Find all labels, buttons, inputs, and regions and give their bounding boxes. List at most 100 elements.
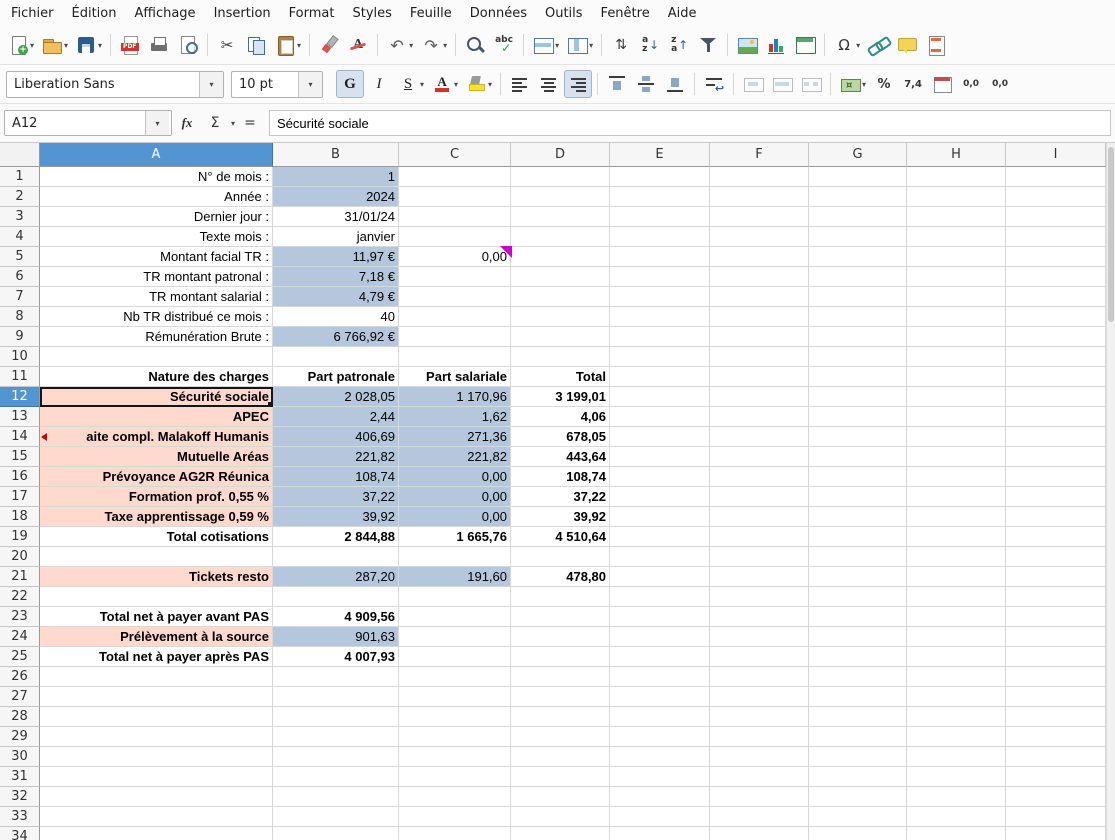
cell-D25[interactable] [511, 647, 610, 667]
column-header-A[interactable]: A [40, 143, 273, 167]
cell-H24[interactable] [907, 627, 1006, 647]
cell-F7[interactable] [710, 287, 809, 307]
font-name-dropdown[interactable]: ▾ [199, 72, 223, 97]
cell-I34[interactable] [1006, 827, 1106, 840]
column-header-I[interactable]: I [1006, 143, 1106, 167]
menu-aide[interactable]: Aide [659, 2, 706, 25]
cell-I25[interactable] [1006, 647, 1106, 667]
sort-button[interactable]: ⇅ [607, 31, 635, 59]
cell-G12[interactable] [809, 387, 907, 407]
currency-format-button[interactable]: ▾ [836, 70, 869, 98]
copy-button[interactable] [242, 31, 270, 59]
cell-G20[interactable] [809, 547, 907, 567]
function-wizard-button[interactable]: fx [174, 110, 200, 136]
cell-G24[interactable] [809, 627, 907, 647]
cell-A24[interactable]: Prélèvement à la source [40, 627, 273, 647]
cell-H34[interactable] [907, 827, 1006, 840]
row-header-19[interactable]: 19 [0, 527, 40, 547]
add-decimal-button[interactable]: 0,0 [957, 70, 985, 98]
cell-B28[interactable] [273, 707, 399, 727]
cell-I11[interactable] [1006, 367, 1106, 387]
menu-fenetre[interactable]: Fenêtre [592, 2, 659, 25]
cell-H29[interactable] [907, 727, 1006, 747]
cell-F24[interactable] [710, 627, 809, 647]
cell-H5[interactable] [907, 247, 1006, 267]
cell-A5[interactable]: Montant facial TR : [40, 247, 273, 267]
cell-D12[interactable]: 3 199,01 [511, 387, 610, 407]
row-header-16[interactable]: 16 [0, 467, 40, 487]
cell-D15[interactable]: 443,64 [511, 447, 610, 467]
cell-F3[interactable] [710, 207, 809, 227]
cell-H1[interactable] [907, 167, 1006, 187]
cell-I8[interactable] [1006, 307, 1106, 327]
cell-G31[interactable] [809, 767, 907, 787]
select-sum-button[interactable]: Σ [202, 110, 228, 136]
cell-I20[interactable] [1006, 547, 1106, 567]
cell-F30[interactable] [710, 747, 809, 767]
cell-A18[interactable]: Taxe apprentissage 0,59 % [40, 507, 273, 527]
cell-G16[interactable] [809, 467, 907, 487]
cell-H28[interactable] [907, 707, 1006, 727]
cell-I30[interactable] [1006, 747, 1106, 767]
row-header-8[interactable]: 8 [0, 307, 40, 327]
redo-dropdown[interactable]: ▾ [443, 41, 447, 50]
cell-H12[interactable] [907, 387, 1006, 407]
cell-D17[interactable]: 37,22 [511, 487, 610, 507]
cell-E8[interactable] [610, 307, 710, 327]
cell-D16[interactable]: 108,74 [511, 467, 610, 487]
cell-G32[interactable] [809, 787, 907, 807]
open-button[interactable]: ▾ [38, 31, 71, 59]
cell-F25[interactable] [710, 647, 809, 667]
insert-chart-button[interactable] [762, 31, 790, 59]
cell-E25[interactable] [610, 647, 710, 667]
cell-C13[interactable]: 1,62 [399, 407, 511, 427]
save-dropdown[interactable]: ▾ [98, 41, 102, 50]
cell-A21[interactable]: Tickets resto [40, 567, 273, 587]
cell-A15[interactable]: Mutuelle Aréas [40, 447, 273, 467]
cell-F5[interactable] [710, 247, 809, 267]
highlight-color-dropdown[interactable]: ▾ [488, 80, 492, 89]
cell-E4[interactable] [610, 227, 710, 247]
cell-G33[interactable] [809, 807, 907, 827]
new-document-button[interactable]: ▾ [4, 31, 37, 59]
print-preview-button[interactable] [174, 31, 202, 59]
cell-I15[interactable] [1006, 447, 1106, 467]
cell-E31[interactable] [610, 767, 710, 787]
row-header-17[interactable]: 17 [0, 487, 40, 507]
cell-E34[interactable] [610, 827, 710, 840]
cell-A10[interactable] [40, 347, 273, 367]
cell-F29[interactable] [710, 727, 809, 747]
cell-I28[interactable] [1006, 707, 1106, 727]
new-document-dropdown[interactable]: ▾ [30, 41, 34, 50]
cell-H25[interactable] [907, 647, 1006, 667]
cell-H6[interactable] [907, 267, 1006, 287]
cell-F17[interactable] [710, 487, 809, 507]
cell-B34[interactable] [273, 827, 399, 840]
font-name-combo[interactable]: Liberation Sans ▾ [6, 71, 224, 98]
cell-A30[interactable] [40, 747, 273, 767]
cell-A34[interactable] [40, 827, 273, 840]
cell-C33[interactable] [399, 807, 511, 827]
align-right-button[interactable] [564, 70, 592, 98]
cell-B1[interactable]: 1 [273, 167, 399, 187]
cell-C14[interactable]: 271,36 [399, 427, 511, 447]
cell-B13[interactable]: 2,44 [273, 407, 399, 427]
cell-D27[interactable] [511, 687, 610, 707]
clear-formatting-button[interactable]: A [344, 31, 372, 59]
cell-G21[interactable] [809, 567, 907, 587]
menu-format[interactable]: Format [280, 2, 344, 25]
cell-H19[interactable] [907, 527, 1006, 547]
cell-F18[interactable] [710, 507, 809, 527]
cell-F12[interactable] [710, 387, 809, 407]
font-size-combo[interactable]: 10 pt ▾ [231, 71, 323, 98]
cell-F16[interactable] [710, 467, 809, 487]
cell-C30[interactable] [399, 747, 511, 767]
cell-H20[interactable] [907, 547, 1006, 567]
menu-affichage[interactable]: Affichage [125, 2, 204, 25]
cell-E10[interactable] [610, 347, 710, 367]
insert-comment-button[interactable] [893, 31, 921, 59]
cell-B31[interactable] [273, 767, 399, 787]
cell-G6[interactable] [809, 267, 907, 287]
cell-E27[interactable] [610, 687, 710, 707]
pivot-table-button[interactable] [791, 31, 819, 59]
